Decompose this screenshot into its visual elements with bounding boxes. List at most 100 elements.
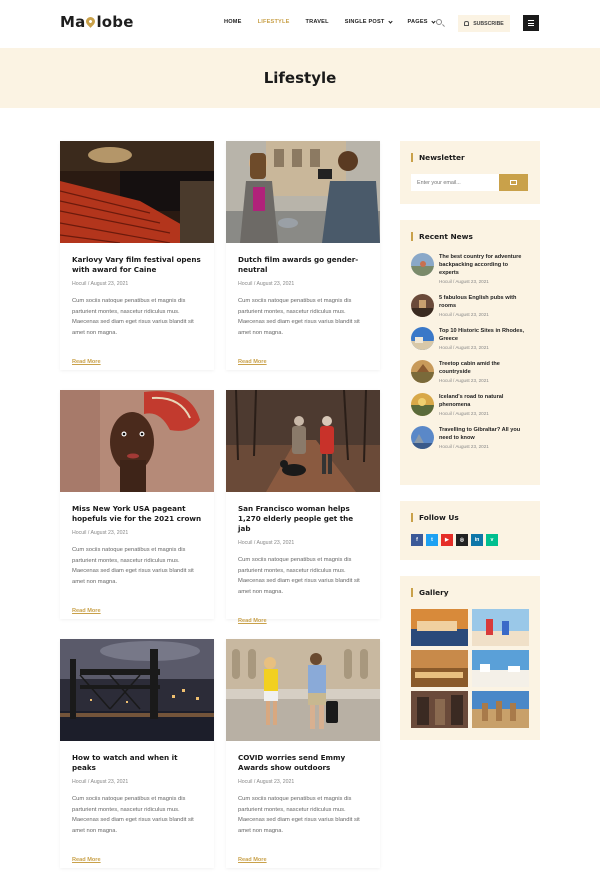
post-image-city-night[interactable] [60, 639, 214, 741]
post-meta: Hocuil / August 23, 2021 [72, 530, 129, 536]
twitter-icon[interactable]: t [426, 534, 438, 546]
post-image-forest-walk[interactable] [226, 390, 380, 492]
news-meta: Hocuil / August 23, 2021 [439, 279, 489, 284]
post-image-cinema[interactable] [60, 141, 214, 243]
site-header: Ma lobe Home Lifestyle Travel Single Pos… [0, 0, 600, 48]
post-excerpt: Cum sociis natoque penatibus et magnis d… [238, 298, 360, 336]
nav-home[interactable]: Home [224, 19, 242, 25]
post-title[interactable]: Karlovy Vary film festival opens with aw… [72, 255, 202, 275]
read-more-link[interactable]: Read More [238, 857, 267, 863]
nav-single-post-label: Single Post [344, 19, 385, 25]
post-excerpt: Cum sociis natoque penatibus et magnis d… [72, 547, 194, 585]
gallery-image[interactable] [411, 691, 468, 728]
post-card: Miss New York USA pageant hopefuls vie f… [60, 390, 214, 619]
news-meta: Hocuil / August 23, 2021 [439, 312, 489, 317]
post-excerpt: Cum sociis natoque penatibus et magnis d… [238, 796, 360, 834]
post-image-photographer[interactable] [226, 141, 380, 243]
news-meta: Hocuil / August 23, 2021 [439, 378, 489, 383]
logo-text-end: lobe [96, 13, 134, 31]
post-excerpt: Cum sociis natoque penatibus et magnis d… [238, 557, 360, 595]
read-more-link[interactable]: Read More [72, 608, 101, 614]
news-thumbnail [411, 393, 434, 416]
gallery-image[interactable] [472, 691, 529, 728]
post-image-portrait[interactable] [60, 390, 214, 492]
news-meta: Hocuil / August 23, 2021 [439, 345, 489, 350]
nav-lifestyle[interactable]: Lifestyle [258, 19, 290, 25]
post-image-travel-couple[interactable] [226, 639, 380, 741]
gallery-image[interactable] [411, 650, 468, 687]
site-logo[interactable]: Ma lobe [60, 13, 134, 31]
gallery-image[interactable] [472, 650, 529, 687]
chevron-down-icon [431, 18, 436, 24]
bell-icon [464, 21, 470, 26]
post-title[interactable]: Dutch film awards go gender-neutral [238, 255, 368, 275]
widget-title: Newsletter [411, 153, 529, 162]
menu-icon [528, 25, 534, 26]
social-links: f t ▶ ◎ in v [411, 534, 529, 546]
nav-pages[interactable]: Pages [407, 18, 436, 25]
page-title: Lifestyle [263, 69, 337, 87]
news-thumbnail [411, 294, 434, 317]
news-title: The best country for adventure backpacki… [439, 254, 522, 276]
post-card: COVID worries send Emmy Awards show outd… [226, 639, 380, 868]
gallery-image[interactable] [411, 609, 468, 646]
widget-title: Follow Us [411, 513, 529, 522]
mail-icon [510, 180, 517, 185]
recent-news-item[interactable]: Treetop cabin amid the countryside Hocui… [411, 360, 529, 383]
youtube-icon[interactable]: ▶ [441, 534, 453, 546]
vine-icon[interactable]: v [486, 534, 498, 546]
map-pin-icon [84, 14, 98, 28]
page-banner: Lifestyle [0, 48, 600, 108]
post-title[interactable]: San Francisco woman helps 1,270 elderly … [238, 504, 368, 534]
news-thumbnail [411, 327, 434, 350]
nav-travel[interactable]: Travel [306, 19, 329, 25]
post-title[interactable]: How to watch and when it peaks [72, 753, 202, 773]
news-thumbnail [411, 360, 434, 383]
post-meta: Hocuil / August 23, 2021 [238, 540, 295, 546]
post-title[interactable]: COVID worries send Emmy Awards show outd… [238, 753, 368, 773]
email-input[interactable] [411, 174, 499, 191]
newsletter-submit-button[interactable] [499, 174, 528, 191]
recent-news-item[interactable]: Travelling to Gibraltar? All you need to… [411, 426, 529, 449]
post-card: San Francisco woman helps 1,270 elderly … [226, 390, 380, 624]
linkedin-icon[interactable]: in [471, 534, 483, 546]
post-card: How to watch and when it peaks Hocuil / … [60, 639, 214, 868]
recent-news-item[interactable]: Top 10 Historic Sites in Rhodes, Greece … [411, 327, 529, 350]
news-title: Iceland's road to natural phenomena [439, 394, 504, 408]
read-more-link[interactable]: Read More [238, 359, 267, 365]
news-thumbnail [411, 426, 434, 449]
news-title: 5 fabulous English pubs with rooms [439, 295, 517, 309]
news-title: Top 10 Historic Sites in Rhodes, Greece [439, 328, 525, 342]
news-meta: Hocuil / August 23, 2021 [439, 411, 489, 416]
post-title[interactable]: Miss New York USA pageant hopefuls vie f… [72, 504, 202, 524]
facebook-icon[interactable]: f [411, 534, 423, 546]
read-more-link[interactable]: Read More [238, 618, 267, 624]
subscribe-button[interactable]: Subscribe [458, 15, 510, 32]
nav-single-post[interactable]: Single Post [344, 18, 393, 25]
gallery-widget: Gallery [400, 576, 540, 740]
nav-pages-label: Pages [407, 19, 428, 25]
recent-news-item[interactable]: 5 fabulous English pubs with rooms Hocui… [411, 294, 529, 317]
search-icon[interactable] [436, 19, 442, 25]
read-more-link[interactable]: Read More [72, 359, 101, 365]
news-thumbnail [411, 253, 434, 276]
menu-icon [528, 20, 534, 21]
post-meta: Hocuil / August 23, 2021 [72, 779, 129, 785]
logo-text-start: Ma [60, 13, 86, 31]
widget-title: Gallery [411, 588, 529, 597]
widget-title: Recent News [411, 232, 529, 241]
chevron-down-icon [387, 18, 393, 24]
menu-icon [528, 22, 534, 24]
gallery-image[interactable] [472, 609, 529, 646]
post-card: Dutch film awards go gender-neutral Hocu… [226, 141, 380, 370]
news-title: Treetop cabin amid the countryside [439, 361, 500, 375]
instagram-icon[interactable]: ◎ [456, 534, 468, 546]
post-meta: Hocuil / August 23, 2021 [238, 281, 295, 287]
hamburger-menu-button[interactable] [523, 15, 539, 31]
subscribe-label: Subscribe [473, 20, 504, 27]
read-more-link[interactable]: Read More [72, 857, 101, 863]
recent-news-widget: Recent News The best country for adventu… [400, 220, 540, 485]
recent-news-item[interactable]: Iceland's road to natural phenomena Hocu… [411, 393, 529, 416]
recent-news-item[interactable]: The best country for adventure backpacki… [411, 253, 529, 284]
newsletter-widget: Newsletter [400, 141, 540, 204]
